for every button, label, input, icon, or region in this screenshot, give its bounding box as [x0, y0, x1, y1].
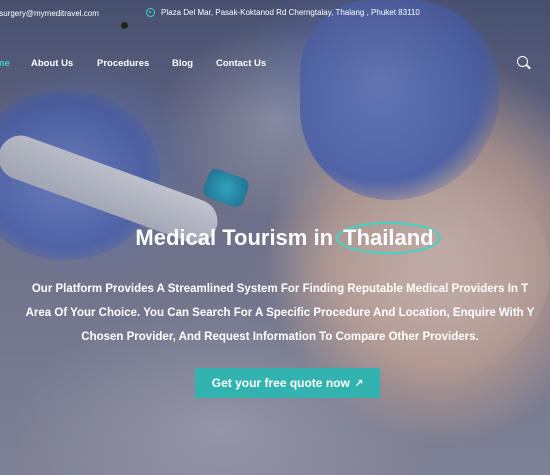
nav-item-about-us[interactable]: About Us — [31, 58, 73, 69]
hero-title-highlight: Thailand — [336, 222, 441, 254]
free-quote-button[interactable]: Get your free quote now ↗ — [195, 368, 380, 398]
hero-title: Medical Tourism in Thailand — [0, 222, 550, 254]
arrow-up-right-icon: ↗ — [354, 377, 364, 389]
search-icon[interactable] — [517, 56, 528, 67]
hero-description-line: Area Of Your Choice. You Can Search For … — [25, 307, 535, 319]
location-pin-icon — [146, 8, 155, 17]
main-navigation: me About Us Procedures Blog Contact Us — [0, 52, 550, 76]
contact-email-link[interactable]: tsurgery@mymeditravel.com — [0, 9, 99, 18]
nav-item-blog[interactable]: Blog — [172, 58, 193, 69]
hero-description-line: Chosen Provider, And Request Information… — [81, 331, 479, 343]
nav-item-home[interactable]: me — [0, 58, 10, 69]
free-quote-button-label: Get your free quote now — [211, 376, 350, 390]
top-info-bar: tsurgery@mymeditravel.com Plaza Del Mar,… — [0, 0, 550, 29]
dot-divider — [121, 22, 128, 29]
hero-description: Our Platform Provides A Streamlined Syst… — [0, 277, 550, 349]
address-text: Plaza Del Mar, Pasak-Koktanod Rd Cherngt… — [161, 8, 420, 17]
address-info: Plaza Del Mar, Pasak-Koktanod Rd Cherngt… — [146, 8, 420, 17]
nav-item-procedures[interactable]: Procedures — [97, 58, 149, 69]
nav-item-contact-us[interactable]: Contact Us — [216, 58, 266, 69]
hero-title-prefix: Medical Tourism in — [135, 225, 334, 250]
hero-description-line: Our Platform Provides A Streamlined Syst… — [31, 283, 529, 295]
